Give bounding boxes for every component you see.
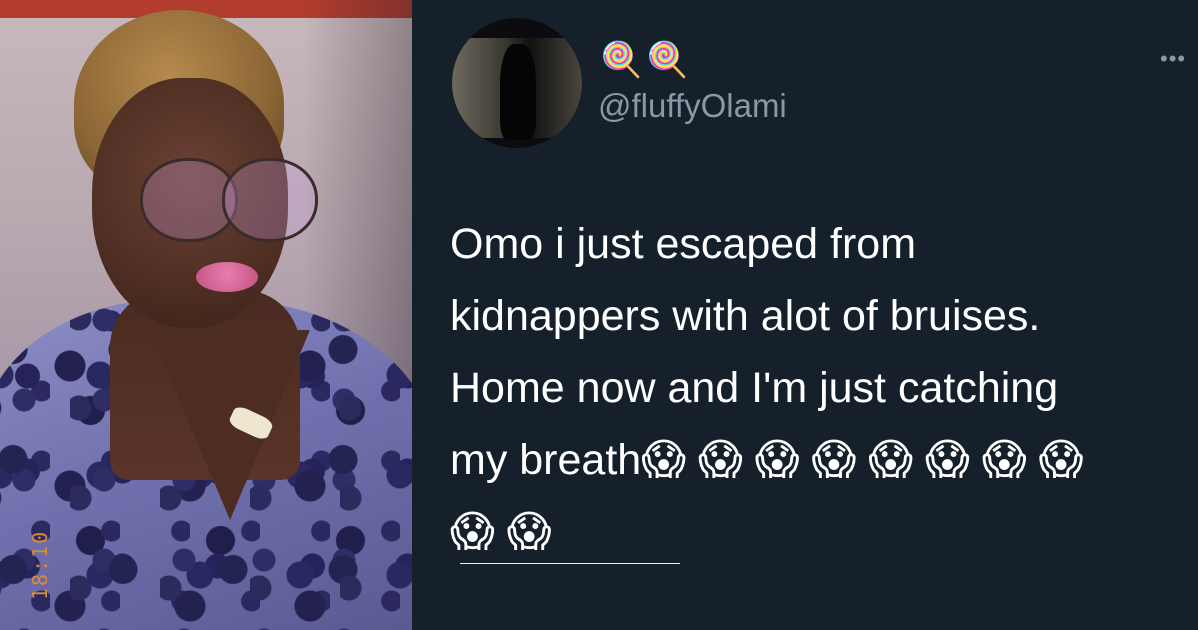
avatar-silhouette xyxy=(500,44,536,140)
photo-timestamp: 18:10 xyxy=(28,529,52,600)
divider xyxy=(460,563,680,564)
photo-neckline xyxy=(150,330,310,520)
display-name[interactable]: 🍭🍭 xyxy=(600,40,693,80)
screenshot-page: 18:10 🍭🍭 @fluffyOlami ••• Omo i just esc… xyxy=(0,0,1198,630)
glasses-right-lens xyxy=(222,158,318,242)
user-handle[interactable]: @fluffyOlami xyxy=(598,86,787,126)
tweet-card: 🍭🍭 @fluffyOlami ••• Omo i just escaped f… xyxy=(412,0,1198,630)
photo-lips xyxy=(196,262,258,292)
avatar[interactable] xyxy=(452,18,582,148)
more-options-icon[interactable]: ••• xyxy=(1160,46,1186,72)
tweet-text: Omo i just escaped from kidnappers with … xyxy=(450,220,1084,556)
profile-photo: 18:10 xyxy=(0,0,412,630)
